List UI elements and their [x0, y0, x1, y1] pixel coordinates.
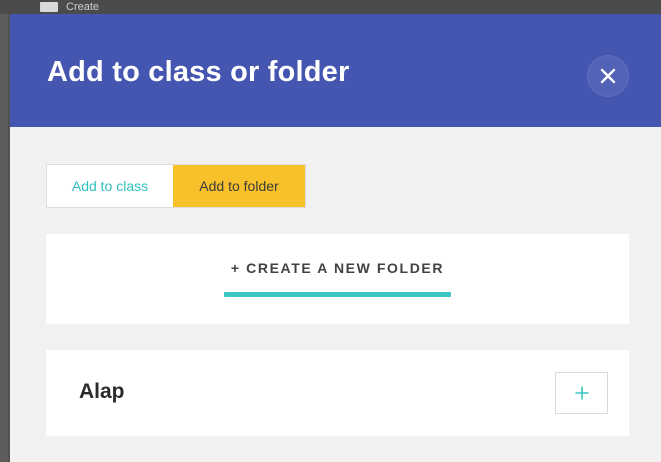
modal-title: Add to class or folder: [47, 56, 350, 88]
background-toolbar: Create: [0, 0, 661, 14]
close-icon: [600, 68, 616, 84]
create-new-folder-button[interactable]: + CREATE A NEW FOLDER: [46, 260, 629, 276]
create-folder-card: + CREATE A NEW FOLDER: [46, 234, 629, 324]
folder-list-item: Alap: [46, 350, 629, 436]
tab-add-to-folder[interactable]: Add to folder: [173, 165, 305, 207]
background-create-item: Create: [40, 0, 99, 14]
modal-tabs: Add to class Add to folder: [46, 164, 306, 208]
plus-icon: [574, 386, 589, 400]
create-icon: [40, 2, 58, 12]
create-folder-underline: [224, 292, 451, 297]
background-create-label: Create: [66, 1, 100, 13]
folder-name: Alap: [79, 380, 125, 403]
add-to-class-or-folder-modal: Add to class or folder Add to class Add …: [10, 14, 661, 462]
tab-add-to-class[interactable]: Add to class: [47, 165, 173, 207]
close-button[interactable]: [587, 55, 629, 97]
modal-header: Add to class or folder: [10, 14, 661, 127]
add-to-folder-button[interactable]: [555, 372, 608, 414]
